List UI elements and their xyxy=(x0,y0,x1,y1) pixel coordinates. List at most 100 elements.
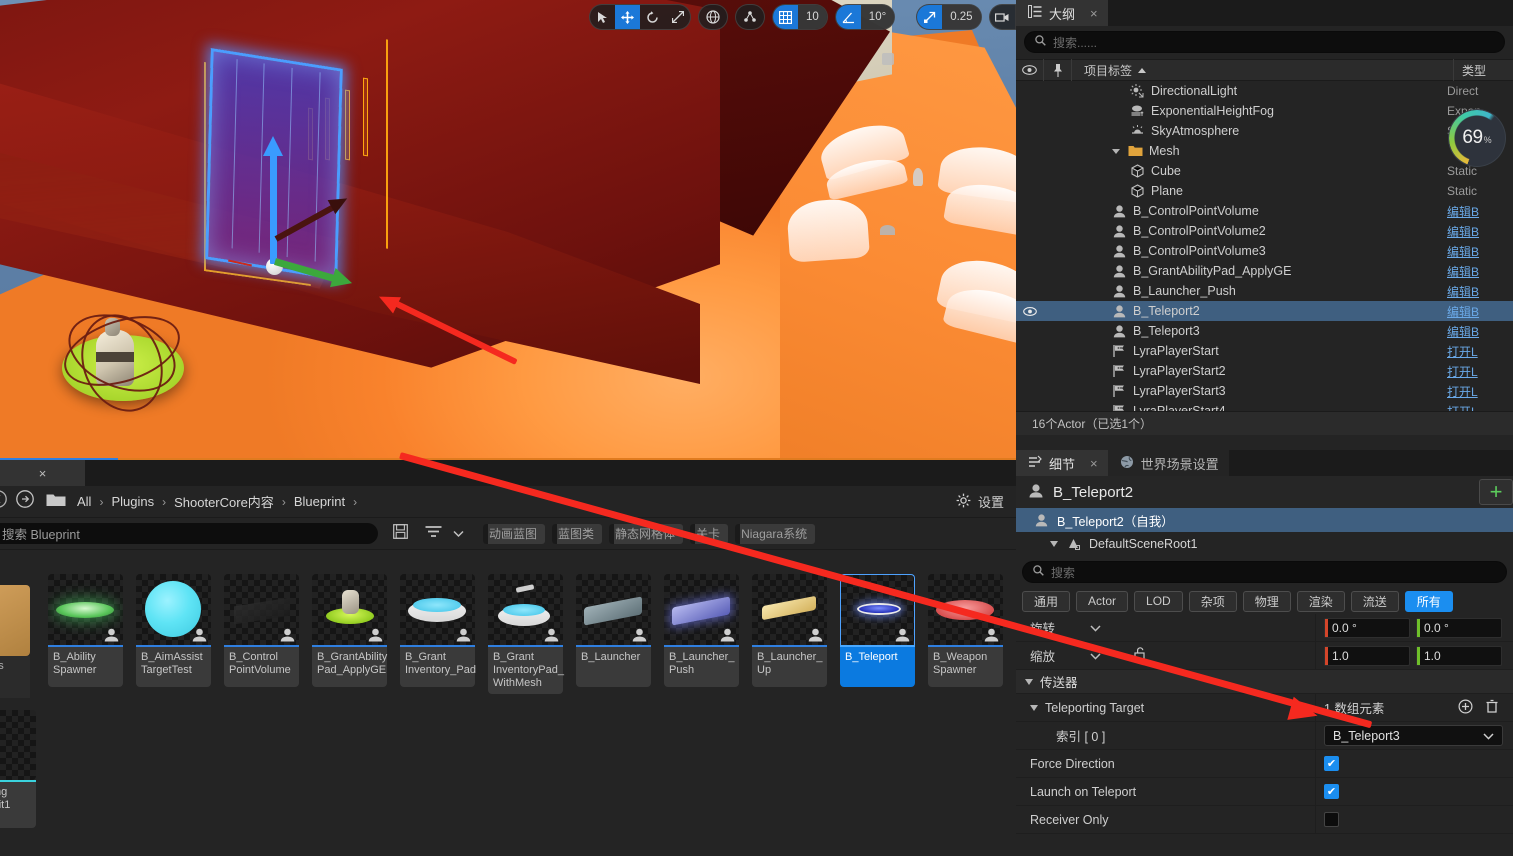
outliner-row[interactable]: LyraPlayerStart2 打开L xyxy=(1016,361,1513,381)
angle-icon[interactable] xyxy=(835,5,861,29)
transform-tool-group[interactable] xyxy=(589,4,691,30)
folder-icon[interactable] xyxy=(46,492,66,512)
rotate-icon[interactable] xyxy=(640,5,665,29)
asset-thumbnail[interactable] xyxy=(400,574,475,645)
angle-snap-value[interactable]: 10° xyxy=(860,5,895,29)
outliner-row[interactable]: Cube Static xyxy=(1016,161,1513,181)
breadcrumb-item[interactable]: All xyxy=(77,494,91,509)
property-checkbox[interactable] xyxy=(1324,812,1339,827)
chevron-right-icon[interactable]: › xyxy=(99,495,103,509)
filter-icon[interactable] xyxy=(425,525,442,543)
close-icon[interactable]: × xyxy=(1090,6,1098,21)
transform-y-input[interactable]: 0.0 ° xyxy=(1416,617,1502,638)
camera-speed-group[interactable]: 4 xyxy=(988,4,1016,30)
viewport-toolbar[interactable]: 10 10° 0.25 4 xyxy=(589,4,1016,30)
details-filter-物理[interactable]: 物理 xyxy=(1242,590,1291,612)
outliner-row[interactable]: B_GrantAbilityPad_ApplyGE 编辑B xyxy=(1016,261,1513,281)
tab-outliner[interactable]: 大纲 × xyxy=(1016,0,1108,26)
outliner-row[interactable]: Plane Static xyxy=(1016,181,1513,201)
outliner-row[interactable]: B_Launcher_Push 编辑B xyxy=(1016,281,1513,301)
component-row[interactable]: DefaultSceneRoot1 xyxy=(1016,532,1513,556)
details-search-input[interactable]: 搜索 xyxy=(1022,561,1507,583)
section-header-teleporter[interactable]: 传送器 xyxy=(1016,670,1513,694)
transform-x-input[interactable]: 1.0 xyxy=(1324,645,1410,666)
outliner-search-input[interactable]: 搜索...... xyxy=(1024,31,1505,53)
angle-snap-group[interactable]: 10° xyxy=(834,4,896,30)
close-icon[interactable]: × xyxy=(1090,456,1098,471)
outliner-row-type[interactable]: 打开L xyxy=(1447,363,1513,380)
outliner-row-type[interactable]: 打开L xyxy=(1447,383,1513,400)
transform-section[interactable]: 旋转 0.0 ° 0.0 ° 缩放 1.0 1.0 xyxy=(1016,614,1513,670)
outliner-row[interactable]: DirectionalLight Direct xyxy=(1016,81,1513,101)
outliner-row-type[interactable]: 编辑B xyxy=(1447,283,1513,300)
filter-tag-动画蓝图[interactable]: 动画蓝图 xyxy=(483,523,546,544)
asset-thumbnail[interactable] xyxy=(752,574,827,645)
outliner-row[interactable]: LyraPlayerStart 打开L xyxy=(1016,341,1513,361)
camera-icon[interactable] xyxy=(990,5,1015,29)
scale-snap-value[interactable]: 0.25 xyxy=(942,5,981,29)
outliner-tree[interactable]: DirectionalLight Direct ExponentialHeightF… xyxy=(1016,81,1513,411)
chevron-down-icon[interactable] xyxy=(1030,704,1038,711)
details-filter-通用[interactable]: 通用 xyxy=(1022,590,1071,612)
level-viewport[interactable]: 10 10° 0.25 4 xyxy=(0,0,1016,458)
outliner-row-type[interactable]: 编辑B xyxy=(1447,263,1513,280)
grid-snap-value[interactable]: 10 xyxy=(798,5,827,29)
content-browser-panel[interactable]: × All › Plugins › ShooterCore内容 › Blueprint › 设… xyxy=(0,458,1016,856)
outliner-row[interactable]: B_ControlPointVolume 编辑B xyxy=(1016,201,1513,221)
asset-thumbnail[interactable] xyxy=(664,574,739,645)
back-arrow-icon[interactable] xyxy=(0,489,8,514)
asset-thumbnail[interactable] xyxy=(312,574,387,645)
pin-icon[interactable] xyxy=(1044,59,1072,81)
asset-tile[interactable]: B_Launcher_ Push xyxy=(664,574,739,694)
chevron-down-icon[interactable] xyxy=(1090,621,1101,635)
property-row[interactable]: Launch on Teleport ✔ xyxy=(1016,778,1513,806)
asset-partial-left-1[interactable]: cros xyxy=(0,585,30,698)
asset-thumbnail[interactable] xyxy=(48,574,123,645)
details-filter-渲染[interactable]: 渲染 xyxy=(1296,590,1345,612)
outliner-row[interactable]: B_ControlPointVolume3 编辑B xyxy=(1016,241,1513,261)
grid-snap-group[interactable]: 10 xyxy=(772,4,828,30)
details-filter-所有[interactable]: 所有 xyxy=(1404,590,1453,612)
select-arrow-icon[interactable] xyxy=(590,5,615,29)
teleport-target-dropdown[interactable]: B_Teleport3 xyxy=(1324,725,1503,746)
scale-snap-group[interactable]: 0.25 xyxy=(916,4,982,30)
asset-partial-left-2[interactable]: acing rUnit1 xyxy=(0,710,36,828)
property-checkbox[interactable]: ✔ xyxy=(1324,784,1339,799)
asset-thumbnail[interactable] xyxy=(488,574,563,645)
breadcrumb-item[interactable]: Blueprint xyxy=(294,494,345,509)
outliner-row[interactable]: B_ControlPointVolume2 编辑B xyxy=(1016,221,1513,241)
scale-icon[interactable] xyxy=(665,5,690,29)
transform-x-input[interactable]: 0.0 ° xyxy=(1324,617,1410,638)
property-rows[interactable]: Teleporting Target 1 数组元素 索引 [ 0 ] B_Tel… xyxy=(1016,694,1513,834)
asset-search-input[interactable]: 搜索 Blueprint xyxy=(0,523,378,544)
details-filter-杂项[interactable]: 杂项 xyxy=(1188,590,1237,612)
details-filter-Actor[interactable]: Actor xyxy=(1076,590,1129,612)
outliner-row-type[interactable]: 编辑B xyxy=(1447,243,1513,260)
breadcrumb[interactable]: All › Plugins › ShooterCore内容 › Blueprint › xyxy=(77,492,357,511)
content-browser-filter-row[interactable]: 搜索 Blueprint 动画蓝图 蓝图类 静态网格体 关卡 Niagara系统 xyxy=(0,518,1016,550)
transform-row[interactable]: 旋转 0.0 ° 0.0 ° xyxy=(1016,614,1513,642)
asset-tile[interactable]: B_Grant InventoryPad_ WithMesh xyxy=(488,574,564,694)
forward-arrow-icon[interactable] xyxy=(15,489,35,514)
component-row[interactable]: B_Teleport2（自我） xyxy=(1016,508,1513,532)
property-row[interactable]: Receiver Only xyxy=(1016,806,1513,834)
asset-tile[interactable]: B_Grant Inventory_Pad xyxy=(400,574,476,694)
property-row[interactable]: 索引 [ 0 ] B_Teleport3 xyxy=(1016,722,1513,750)
outliner-row[interactable]: B_Teleport2 编辑B xyxy=(1016,301,1513,321)
outliner-row[interactable]: LyraPlayerStart4 打开L xyxy=(1016,401,1513,411)
outliner-row[interactable]: LyraPlayerStart3 打开L xyxy=(1016,381,1513,401)
outliner-row-type[interactable]: 编辑B xyxy=(1447,223,1513,240)
outliner-row[interactable]: ExponentialHeightFog Expon xyxy=(1016,101,1513,121)
tab-world-settings[interactable]: 世界场景设置 xyxy=(1107,450,1229,476)
outliner-row-type[interactable]: 编辑B xyxy=(1447,203,1513,220)
asset-tile[interactable]: B_AimAssist TargetTest xyxy=(136,574,211,694)
breadcrumb-item[interactable]: Plugins xyxy=(111,494,154,509)
chevron-right-icon[interactable]: › xyxy=(282,495,286,509)
column-header-label[interactable]: 项目标签 xyxy=(1072,59,1453,81)
asset-tile[interactable]: B_Launcher_ Up xyxy=(752,574,827,694)
grid-icon[interactable] xyxy=(773,5,798,29)
content-browser-settings-button[interactable]: 设置 xyxy=(956,492,1004,511)
gizmo-z-axis[interactable] xyxy=(263,136,283,264)
details-filter-bar[interactable]: 通用 Actor LOD 杂项 物理 渲染 流送 所有 xyxy=(1016,588,1513,614)
asset-tile[interactable]: B_Control PointVolume xyxy=(224,574,299,694)
